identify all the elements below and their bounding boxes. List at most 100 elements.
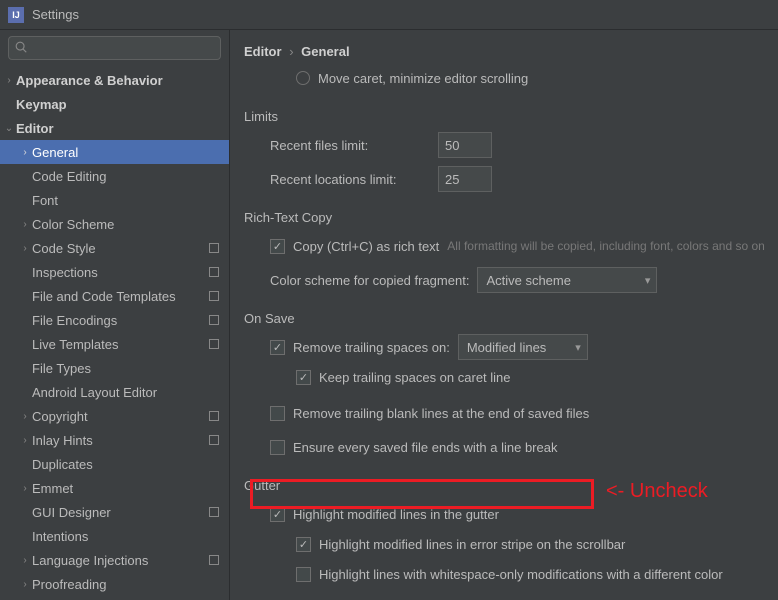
- tree-item-label: Code Style: [32, 241, 96, 256]
- chevron-icon: ›: [18, 483, 32, 494]
- search-input[interactable]: [8, 36, 221, 60]
- move-caret-option[interactable]: Move caret, minimize editor scrolling: [244, 65, 774, 91]
- tree-item-label: General: [32, 145, 78, 160]
- tree-item-editor[interactable]: ⌄Editor: [0, 116, 229, 140]
- tree-item-intentions[interactable]: Intentions: [0, 524, 229, 548]
- tree-item-general[interactable]: ›General: [0, 140, 229, 164]
- tree-item-label: Duplicates: [32, 457, 93, 472]
- recent-files-label: Recent files limit:: [270, 138, 430, 153]
- tree-item-color-scheme[interactable]: ›Color Scheme: [0, 212, 229, 236]
- scheme-select[interactable]: Active scheme: [477, 267, 657, 293]
- scheme-label: Color scheme for copied fragment:: [270, 273, 469, 288]
- chevron-icon: ›: [18, 243, 32, 254]
- tree-item-file-and-code-templates[interactable]: File and Code Templates: [0, 284, 229, 308]
- tree-item-emmet[interactable]: ›Emmet: [0, 476, 229, 500]
- window-title: Settings: [32, 7, 79, 22]
- tree-item-label: File Encodings: [32, 313, 117, 328]
- tree-item-label: Editor: [16, 121, 54, 136]
- tree-item-font[interactable]: Font: [0, 188, 229, 212]
- project-scope-icon: [209, 435, 219, 445]
- tree-item-file-encodings[interactable]: File Encodings: [0, 308, 229, 332]
- recent-locations-label: Recent locations limit:: [270, 172, 430, 187]
- project-scope-icon: [209, 315, 219, 325]
- annotation-text: <- Uncheck: [606, 480, 708, 503]
- app-icon: IJ: [8, 7, 24, 23]
- tree-item-code-style[interactable]: ›Code Style: [0, 236, 229, 260]
- remove-trailing-label: Remove trailing spaces on:: [293, 340, 450, 355]
- tree-item-label: Language Injections: [32, 553, 148, 568]
- breadcrumb-b[interactable]: General: [301, 44, 349, 59]
- tree-item-copyright[interactable]: ›Copyright: [0, 404, 229, 428]
- ensure-newline-checkbox[interactable]: [270, 440, 285, 455]
- search-icon: [14, 40, 28, 54]
- tree-item-label: Android Layout Editor: [32, 385, 157, 400]
- ensure-newline-label: Ensure every saved file ends with a line…: [293, 440, 557, 455]
- tree-item-android-layout-editor[interactable]: Android Layout Editor: [0, 380, 229, 404]
- tree-item-file-types[interactable]: File Types: [0, 356, 229, 380]
- radio-icon: [296, 71, 310, 85]
- tree-item-label: File Types: [32, 361, 91, 376]
- chevron-icon: ›: [18, 555, 32, 566]
- project-scope-icon: [209, 507, 219, 517]
- project-scope-icon: [209, 291, 219, 301]
- recent-locations-input[interactable]: [438, 166, 492, 192]
- tree-item-label: Emmet: [32, 481, 73, 496]
- tree-item-label: Code Editing: [32, 169, 106, 184]
- remove-trailing-value: Modified lines: [467, 340, 547, 355]
- remove-blank-checkbox[interactable]: [270, 406, 285, 421]
- keep-caret-label: Keep trailing spaces on caret line: [319, 370, 511, 385]
- keep-caret-checkbox[interactable]: [296, 370, 311, 385]
- breadcrumb: Editor › General: [244, 44, 774, 59]
- remove-trailing-checkbox[interactable]: [270, 340, 285, 355]
- copy-richtext-hint: All formatting will be copied, including…: [447, 239, 765, 253]
- settings-panel: Editor › General Move caret, minimize ed…: [230, 30, 778, 600]
- chevron-icon: ›: [2, 75, 16, 86]
- limits-title: Limits: [244, 109, 774, 124]
- project-scope-icon: [209, 267, 219, 277]
- tree-item-inlay-hints[interactable]: ›Inlay Hints: [0, 428, 229, 452]
- tree-item-live-templates[interactable]: Live Templates: [0, 332, 229, 356]
- chevron-icon: ⌄: [2, 123, 16, 134]
- copy-richtext-checkbox[interactable]: [270, 239, 285, 254]
- project-scope-icon: [209, 411, 219, 421]
- sidebar: ›Appearance & BehaviorKeymap⌄Editor›Gene…: [0, 30, 230, 600]
- project-scope-icon: [209, 555, 219, 565]
- breadcrumb-separator: ›: [289, 44, 293, 59]
- chevron-icon: ›: [18, 579, 32, 590]
- tree-item-gui-designer[interactable]: GUI Designer: [0, 500, 229, 524]
- copy-richtext-label: Copy (Ctrl+C) as rich text: [293, 239, 439, 254]
- breadcrumb-a[interactable]: Editor: [244, 44, 282, 59]
- onsave-title: On Save: [244, 311, 774, 326]
- titlebar: IJ Settings: [0, 0, 778, 30]
- tree-item-label: File and Code Templates: [32, 289, 176, 304]
- project-scope-icon: [209, 243, 219, 253]
- richtext-title: Rich-Text Copy: [244, 210, 774, 225]
- move-caret-label: Move caret, minimize editor scrolling: [318, 71, 528, 86]
- tree-item-code-editing[interactable]: Code Editing: [0, 164, 229, 188]
- chevron-icon: ›: [18, 219, 32, 230]
- highlight-stripe-label: Highlight modified lines in error stripe…: [319, 537, 625, 552]
- tree-item-label: Copyright: [32, 409, 88, 424]
- chevron-icon: ›: [18, 147, 32, 158]
- tree-item-label: Live Templates: [32, 337, 118, 352]
- tree-item-label: Appearance & Behavior: [16, 73, 163, 88]
- tree-item-label: Inlay Hints: [32, 433, 93, 448]
- highlight-whitespace-label: Highlight lines with whitespace-only mod…: [319, 567, 723, 582]
- tree-item-inspections[interactable]: Inspections: [0, 260, 229, 284]
- project-scope-icon: [209, 339, 219, 349]
- tree-item-label: Keymap: [16, 97, 67, 112]
- tree-item-label: Font: [32, 193, 58, 208]
- tree-item-appearance-behavior[interactable]: ›Appearance & Behavior: [0, 68, 229, 92]
- chevron-icon: ›: [18, 411, 32, 422]
- tree-item-proofreading[interactable]: ›Proofreading: [0, 572, 229, 596]
- highlight-modified-checkbox[interactable]: [270, 507, 285, 522]
- tree-item-language-injections[interactable]: ›Language Injections: [0, 548, 229, 572]
- highlight-stripe-checkbox[interactable]: [296, 537, 311, 552]
- remove-blank-label: Remove trailing blank lines at the end o…: [293, 406, 589, 421]
- tree-item-keymap[interactable]: Keymap: [0, 92, 229, 116]
- remove-trailing-select[interactable]: Modified lines: [458, 334, 588, 360]
- tree-item-duplicates[interactable]: Duplicates: [0, 452, 229, 476]
- highlight-whitespace-checkbox[interactable]: [296, 567, 311, 582]
- recent-files-input[interactable]: [438, 132, 492, 158]
- chevron-icon: ›: [18, 435, 32, 446]
